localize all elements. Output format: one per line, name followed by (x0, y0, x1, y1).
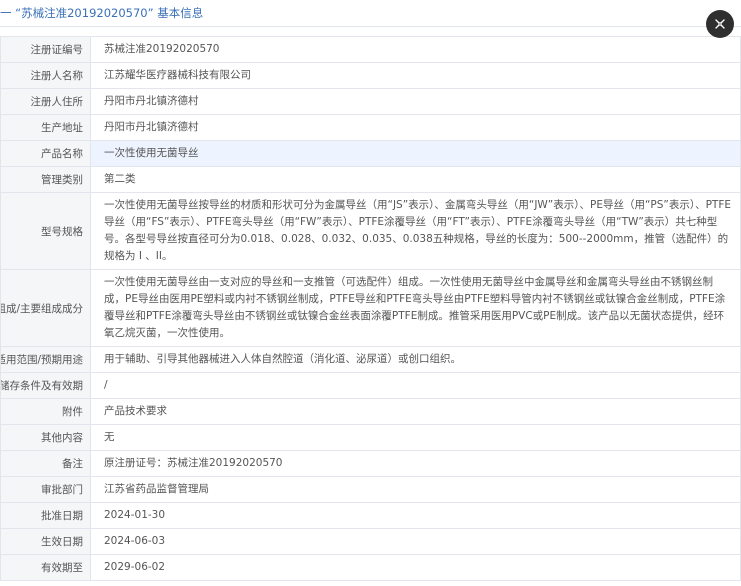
table-row: 审批部门 江苏省药品监督管理局 (0, 476, 741, 503)
field-label: 注册人名称 (0, 62, 91, 89)
table-row: 附件 产品技术要求 (0, 398, 741, 425)
field-label: 产品名称 (0, 140, 91, 167)
table-row: 其他内容 无 (0, 424, 741, 451)
field-label: 生效日期 (0, 528, 91, 555)
field-value: 无 (90, 424, 741, 451)
field-value: 一次性使用无菌导丝按导丝的材质和形状可分为金属导丝（用“JS”表示）、金属弯头导… (90, 192, 741, 270)
close-icon (715, 19, 725, 29)
table-row: 产品储存条件及有效期 / (0, 372, 741, 399)
table-row: 注册证编号 苏械注准20192020570 (0, 36, 741, 63)
field-value: 苏械注准20192020570 (90, 36, 741, 63)
field-label: 生产地址 (0, 114, 91, 141)
field-value: 2024-06-03 (90, 528, 741, 555)
field-value: 江苏省药品监督管理局 (90, 476, 741, 503)
field-label: 审批部门 (0, 476, 91, 503)
table-row: 型号规格 一次性使用无菌导丝按导丝的材质和形状可分为金属导丝（用“JS”表示）、… (0, 192, 741, 270)
field-label: 型号规格 (0, 192, 91, 270)
table-row: 有效期至 2029-06-02 (0, 554, 741, 581)
table-row: 注册人住所 丹阳市丹北镇济德村 (0, 88, 741, 115)
field-value: / (90, 372, 741, 399)
field-value: 丹阳市丹北镇济德村 (90, 88, 741, 115)
field-label: 其他内容 (0, 424, 91, 451)
section-title: 一 “苏械注准20192020570” 基本信息 (0, 6, 204, 20)
field-value: 一次性使用无菌导丝 (90, 140, 741, 167)
field-value: 原注册证号：苏械注准20192020570 (90, 450, 741, 477)
field-value: 2029-06-02 (90, 554, 741, 581)
field-label: 注册人住所 (0, 88, 91, 115)
table-row: 适用范围/预期用途 用于辅助、引导其他器械进入人体自然腔道（消化道、泌尿道）或创… (0, 346, 741, 373)
field-label: 有效期至 (0, 554, 91, 581)
table-row: 产品名称 一次性使用无菌导丝 (0, 140, 741, 167)
table-row: 备注 原注册证号：苏械注准20192020570 (0, 450, 741, 477)
field-value: 丹阳市丹北镇济德村 (90, 114, 741, 141)
table-row: 管理类别 第二类 (0, 166, 741, 193)
field-value: 一次性使用无菌导丝由一支对应的导丝和一支推管（可选配件）组成。一次性使用无菌导丝… (90, 269, 741, 347)
field-value: 2024-01-30 (90, 502, 741, 529)
field-label: 管理类别 (0, 166, 91, 193)
close-button[interactable] (706, 10, 734, 38)
field-label: 注册证编号 (0, 36, 91, 63)
field-label: 结构及组成/主要组成成分 (0, 269, 91, 347)
section-header: 一 “苏械注准20192020570” 基本信息 (0, 0, 741, 27)
field-value: 用于辅助、引导其他器械进入人体自然腔道（消化道、泌尿道）或创口组织。 (90, 346, 741, 373)
table-row: 结构及组成/主要组成成分 一次性使用无菌导丝由一支对应的导丝和一支推管（可选配件… (0, 269, 741, 347)
field-label: 批准日期 (0, 502, 91, 529)
field-label: 适用范围/预期用途 (0, 346, 91, 373)
field-value: 江苏耀华医疗器械科技有限公司 (90, 62, 741, 89)
info-table: 注册证编号 苏械注准20192020570 注册人名称 江苏耀华医疗器械科技有限… (0, 36, 741, 581)
table-row: 注册人名称 江苏耀华医疗器械科技有限公司 (0, 62, 741, 89)
table-row: 批准日期 2024-01-30 (0, 502, 741, 529)
field-label: 产品储存条件及有效期 (0, 372, 91, 399)
field-value: 第二类 (90, 166, 741, 193)
field-label: 附件 (0, 398, 91, 425)
table-row: 生产地址 丹阳市丹北镇济德村 (0, 114, 741, 141)
table-row: 生效日期 2024-06-03 (0, 528, 741, 555)
field-label: 备注 (0, 450, 91, 477)
field-value: 产品技术要求 (90, 398, 741, 425)
